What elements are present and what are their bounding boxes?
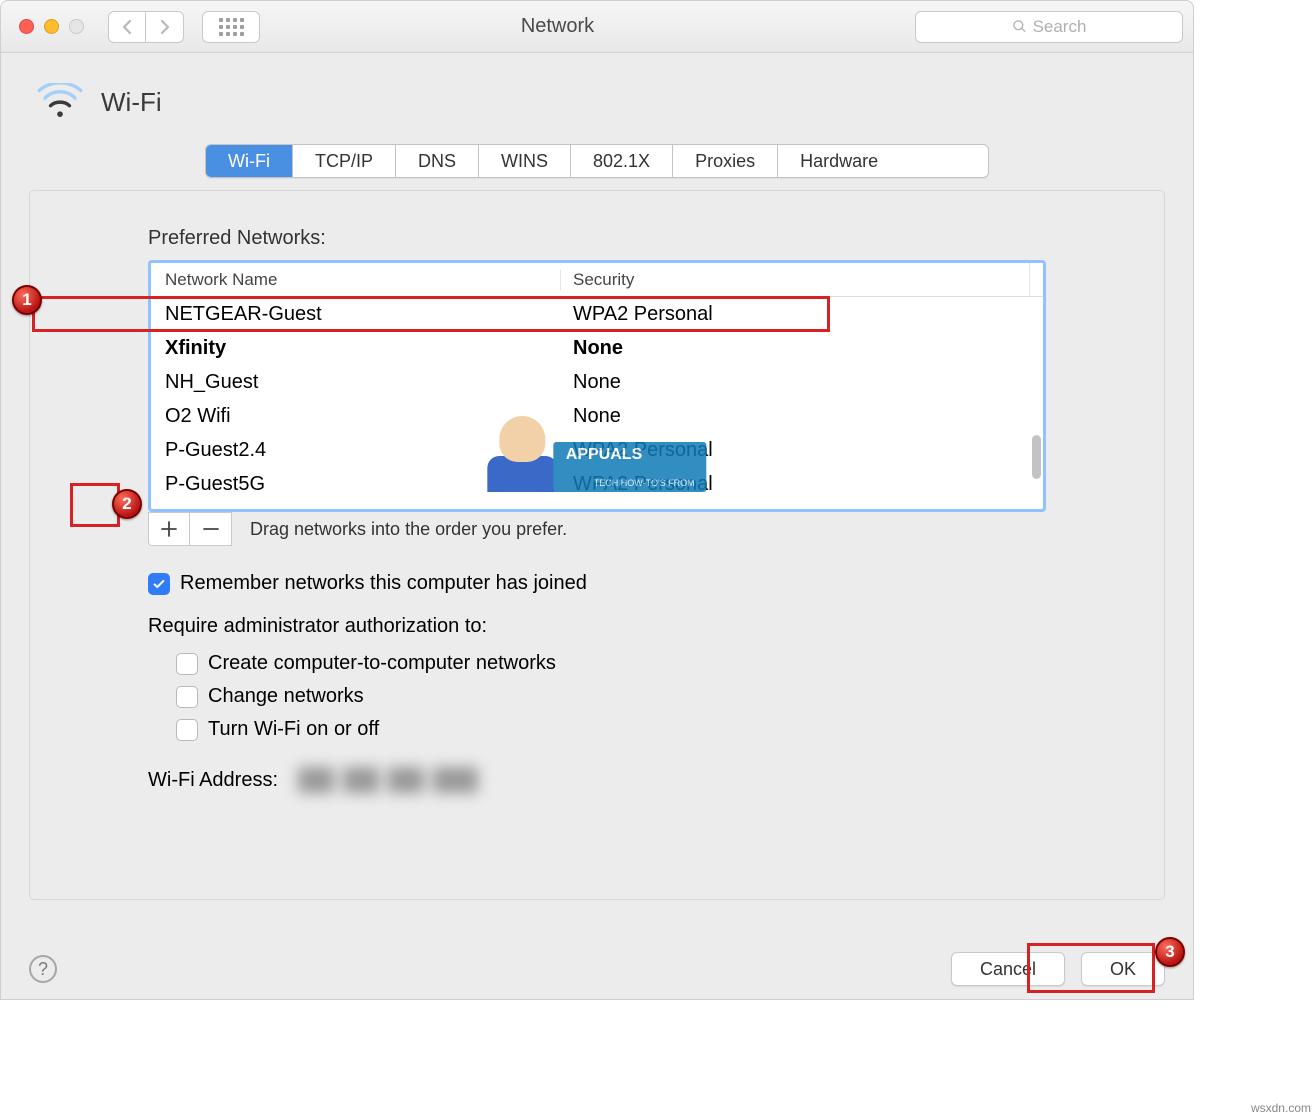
table-row[interactable]: Xfinity None [151, 331, 1043, 365]
wifi-address-value-blurred [298, 767, 478, 793]
admin-turnonoff-checkbox[interactable] [176, 719, 198, 741]
col-network-name[interactable]: Network Name [151, 270, 561, 290]
admin-auth-label: Require administrator authorization to: [148, 615, 1046, 638]
row-name: O2 Wifi [151, 405, 561, 428]
table-row[interactable]: NETGEAR-Guest WPA2 Personal [151, 297, 1043, 331]
ok-button[interactable]: OK [1081, 952, 1165, 986]
table-header: Network Name Security [151, 263, 1043, 297]
scrollbar-thumb[interactable] [1032, 435, 1041, 479]
admin-options: Create computer-to-computer networks Cha… [176, 652, 1046, 741]
minimize-window-icon[interactable] [44, 19, 59, 34]
table-row[interactable]: P-Guest2.4 WPA2 Personal [151, 433, 1043, 467]
minus-icon [203, 521, 219, 537]
row-security: WPA2 Personal [561, 473, 1043, 496]
admin-create-checkbox[interactable] [176, 653, 198, 675]
tab-wins[interactable]: WINS [479, 145, 571, 177]
admin-change-label: Change networks [208, 685, 364, 708]
tab-proxies[interactable]: Proxies [673, 145, 778, 177]
admin-change-checkbox[interactable] [176, 686, 198, 708]
cancel-button[interactable]: Cancel [951, 952, 1065, 986]
nav-buttons [108, 11, 184, 43]
wifi-icon [37, 83, 83, 122]
close-window-icon[interactable] [19, 19, 34, 34]
search-placeholder: Search [1033, 17, 1087, 37]
panel-header: Wi-Fi [29, 83, 1165, 122]
tab-dns[interactable]: DNS [396, 145, 479, 177]
page-title: Wi-Fi [101, 87, 162, 118]
table-row[interactable]: P-Guest5G WPA2 Personal [151, 467, 1043, 501]
window-title: Network [200, 15, 915, 38]
tab-8021x[interactable]: 802.1X [571, 145, 673, 177]
preferred-networks-label: Preferred Networks: [148, 227, 1046, 250]
content-area: Wi-Fi Wi-Fi TCP/IP DNS WINS 802.1X Proxi… [1, 53, 1193, 900]
row-name: Xfinity [151, 337, 561, 360]
tab-hardware[interactable]: Hardware [778, 145, 900, 177]
wifi-panel: Preferred Networks: Network Name Securit… [29, 190, 1165, 900]
row-security: None [561, 337, 1043, 360]
wifi-address-row: Wi-Fi Address: [148, 767, 1046, 793]
forward-button[interactable] [146, 11, 184, 43]
col-security[interactable]: Security [561, 270, 1029, 290]
admin-turnonoff-label: Turn Wi-Fi on or off [208, 718, 379, 741]
chevron-right-icon [159, 19, 171, 35]
annotation-badge-2: 2 [112, 489, 142, 519]
attribution-text: wsxdn.com [1251, 1101, 1311, 1115]
row-name: P-Guest2.4 [151, 439, 561, 462]
row-security: WPA2 Personal [561, 303, 1043, 326]
back-button[interactable] [108, 11, 146, 43]
remember-networks-checkbox[interactable] [148, 573, 170, 595]
row-security: None [561, 371, 1043, 394]
add-network-button[interactable] [148, 512, 190, 546]
row-name: P-Guest5G [151, 473, 561, 496]
zoom-window-icon [69, 19, 84, 34]
remember-networks-row: Remember networks this computer has join… [148, 572, 1046, 595]
wifi-address-label: Wi-Fi Address: [148, 769, 278, 792]
table-row[interactable]: NH_Guest None [151, 365, 1043, 399]
plus-icon [161, 521, 177, 537]
tab-bar: Wi-Fi TCP/IP DNS WINS 802.1X Proxies Har… [205, 144, 989, 178]
admin-create-label: Create computer-to-computer networks [208, 652, 556, 675]
chevron-left-icon [121, 19, 133, 35]
check-icon [152, 577, 166, 591]
preferred-networks-table[interactable]: Network Name Security NETGEAR-Guest WPA2… [148, 260, 1046, 512]
col-end [1029, 263, 1043, 296]
remember-networks-label: Remember networks this computer has join… [180, 572, 587, 595]
tab-tcpip[interactable]: TCP/IP [293, 145, 396, 177]
row-name: NETGEAR-Guest [151, 303, 561, 326]
table-body: NETGEAR-Guest WPA2 Personal Xfinity None… [151, 297, 1043, 501]
tab-wifi[interactable]: Wi-Fi [206, 145, 293, 177]
drag-hint-text: Drag networks into the order you prefer. [250, 512, 567, 546]
remove-network-button[interactable] [190, 512, 232, 546]
traffic-lights [19, 19, 84, 34]
annotation-badge-1: 1 [12, 285, 42, 315]
row-security: WPA2 Personal [561, 439, 1043, 462]
preferences-window: Network Search Wi-Fi Wi-Fi TCP/IP DNS WI… [0, 0, 1194, 1000]
add-remove-row: Drag networks into the order you prefer. [148, 512, 1046, 546]
table-row[interactable]: O2 Wifi None [151, 399, 1043, 433]
help-icon: ? [38, 959, 48, 980]
help-button[interactable]: ? [29, 955, 57, 983]
row-name: NH_Guest [151, 371, 561, 394]
search-icon [1012, 19, 1027, 34]
dialog-footer: ? Cancel OK [1, 939, 1193, 999]
titlebar: Network Search [1, 1, 1193, 53]
annotation-badge-3: 3 [1155, 937, 1185, 967]
search-input[interactable]: Search [915, 11, 1183, 43]
row-security: None [561, 405, 1043, 428]
